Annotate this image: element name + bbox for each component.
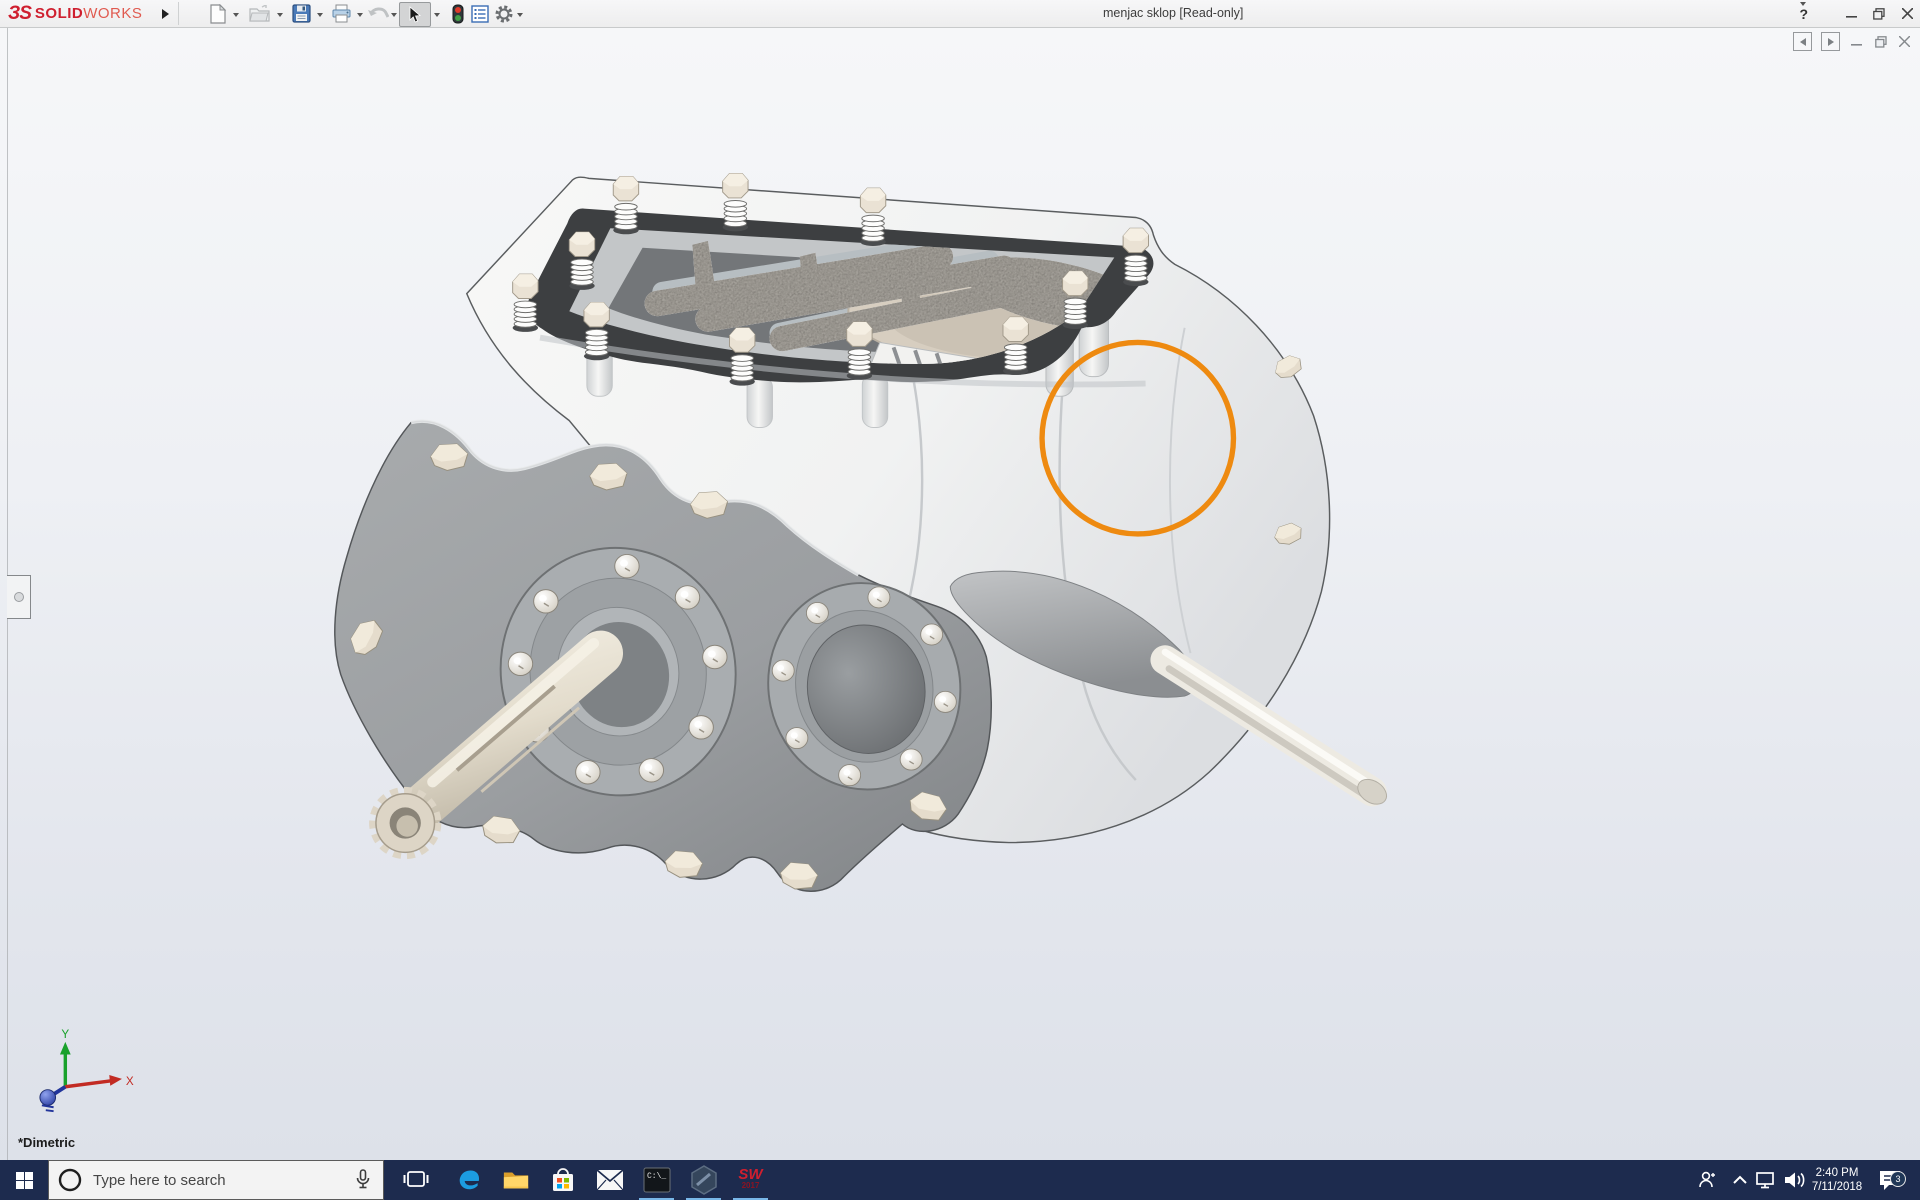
- notification-badge: 3: [1890, 1171, 1906, 1187]
- undo-icon: [368, 7, 389, 18]
- view-orientation-label: *Dimetric: [18, 1135, 76, 1150]
- graphics-viewport[interactable]: Y X *Dimetric: [0, 27, 1920, 1160]
- right-arrow-icon: [1827, 37, 1834, 46]
- solidworks-logo-solid: SOLID: [34, 5, 84, 22]
- print-button[interactable]: [329, 2, 353, 25]
- tray-clock[interactable]: 2:40 PM 7/11/2018: [1806, 1160, 1868, 1200]
- action-center-button[interactable]: 3: [1872, 1160, 1908, 1200]
- orientation-triad: Y X: [39, 1028, 134, 1113]
- select-dropdown[interactable]: [433, 11, 441, 19]
- minimize-button[interactable]: [1844, 7, 1858, 21]
- speaker-icon: [1785, 1172, 1805, 1188]
- task-view-icon: [403, 1171, 428, 1187]
- doc-close-button[interactable]: [1897, 34, 1912, 49]
- gear-icon: [495, 5, 513, 22]
- open-folder-icon: [249, 4, 270, 22]
- pane-next-button[interactable]: [1821, 32, 1840, 51]
- toolbar-separator: [178, 2, 179, 25]
- sw-year: 2017: [741, 1181, 760, 1190]
- edge-icon: [459, 1170, 479, 1190]
- taskbar-app-store[interactable]: [539, 1160, 586, 1200]
- open-dropdown[interactable]: [276, 11, 284, 19]
- document-window-controls: [1793, 32, 1912, 51]
- titlebar: ЗS SOLID WORKS menjac sklop [Read-only] …: [0, 0, 1920, 28]
- sw-letters: SW: [738, 1166, 763, 1183]
- command-prompt-icon: C:\_: [643, 1167, 670, 1193]
- print-dropdown[interactable]: [356, 11, 364, 19]
- network-icon: [1756, 1172, 1774, 1189]
- new-document-icon: [210, 3, 227, 24]
- screen: ЗS SOLID WORKS menjac sklop [Read-only] …: [0, 0, 1920, 1200]
- clock-date: 7/11/2018: [1811, 1181, 1863, 1193]
- solidworks-logo-works: WORKS: [83, 5, 143, 22]
- tray-network-button[interactable]: [1752, 1160, 1780, 1200]
- save-floppy-icon: [291, 4, 311, 23]
- taskbar-app-hexagon[interactable]: [680, 1160, 727, 1200]
- axis-x-label: X: [126, 1075, 134, 1088]
- cmd-prompt-text: C:\_: [647, 1172, 666, 1181]
- select-cursor-icon: [409, 6, 421, 23]
- help-button[interactable]: ?: [1799, 6, 1808, 22]
- mail-icon: [595, 1169, 624, 1191]
- taskbar-app-mail[interactable]: [586, 1160, 633, 1200]
- close-button[interactable]: [1900, 7, 1914, 21]
- restore-button[interactable]: [1872, 7, 1886, 21]
- save-button[interactable]: [289, 2, 313, 25]
- clock-time: 2:40 PM: [1815, 1167, 1859, 1179]
- axis-z-ball: [39, 1089, 57, 1106]
- stoplight-button[interactable]: [446, 2, 470, 25]
- solidworks-logo: ЗS SOLID WORKS: [8, 1, 142, 26]
- taskbar-app-command-prompt[interactable]: C:\_: [633, 1160, 680, 1200]
- new-document-button[interactable]: [206, 2, 230, 25]
- undo-dropdown[interactable]: [390, 11, 398, 19]
- tray-people-button[interactable]: [1692, 1160, 1724, 1200]
- display-list-button[interactable]: [468, 2, 492, 25]
- left-arrow-icon: [1799, 37, 1806, 46]
- new-document-dropdown[interactable]: [232, 11, 240, 19]
- help-dropdown[interactable]: [1822, 10, 1830, 18]
- undo-button[interactable]: [366, 2, 390, 25]
- window-title: menjac sklop [Read-only]: [1103, 6, 1244, 20]
- solidworks-2017-icon: SW 2017: [738, 1166, 763, 1191]
- pane-previous-button[interactable]: [1793, 32, 1812, 51]
- chevron-up-icon: [1733, 1175, 1747, 1184]
- search-input[interactable]: Type here to search: [93, 1172, 353, 1189]
- file-explorer-icon: [503, 1172, 528, 1189]
- tray-volume-button[interactable]: [1780, 1160, 1808, 1200]
- start-button[interactable]: [0, 1160, 48, 1200]
- hexagon-app-icon: [690, 1165, 717, 1195]
- cortana-icon: [58, 1168, 82, 1192]
- doc-restore-button[interactable]: [1873, 34, 1888, 49]
- windows-logo-icon: [15, 1171, 33, 1189]
- gearbox-model[interactable]: Y X: [0, 27, 1920, 1160]
- solidworks-logo-mark: ЗS: [8, 2, 32, 24]
- list-icon: [471, 4, 489, 23]
- microphone-icon[interactable]: [353, 1168, 373, 1192]
- taskbar-app-edge[interactable]: [444, 1160, 491, 1200]
- toolbar-flyout-arrow-icon[interactable]: [158, 4, 172, 23]
- taskbar-app-solidworks[interactable]: SW 2017: [727, 1160, 774, 1200]
- options-dropdown[interactable]: [516, 11, 524, 19]
- open-button[interactable]: [248, 2, 272, 25]
- taskbar-app-file-explorer[interactable]: [492, 1160, 539, 1200]
- axis-y-label: Y: [61, 1028, 69, 1041]
- task-view-button[interactable]: [392, 1160, 439, 1200]
- taskbar: Type here to search C:\_ SW 2017 2:40 PM…: [0, 1160, 1920, 1200]
- options-button[interactable]: [492, 2, 516, 25]
- tray-overflow-button[interactable]: [1728, 1160, 1752, 1200]
- print-icon: [332, 4, 350, 23]
- save-dropdown[interactable]: [316, 11, 324, 19]
- select-tool-button[interactable]: [399, 2, 431, 27]
- doc-minimize-button[interactable]: [1849, 34, 1864, 49]
- people-icon: [1699, 1171, 1715, 1188]
- taskbar-search[interactable]: Type here to search: [48, 1160, 384, 1200]
- stoplight-icon: [452, 4, 464, 23]
- store-icon: [552, 1168, 573, 1191]
